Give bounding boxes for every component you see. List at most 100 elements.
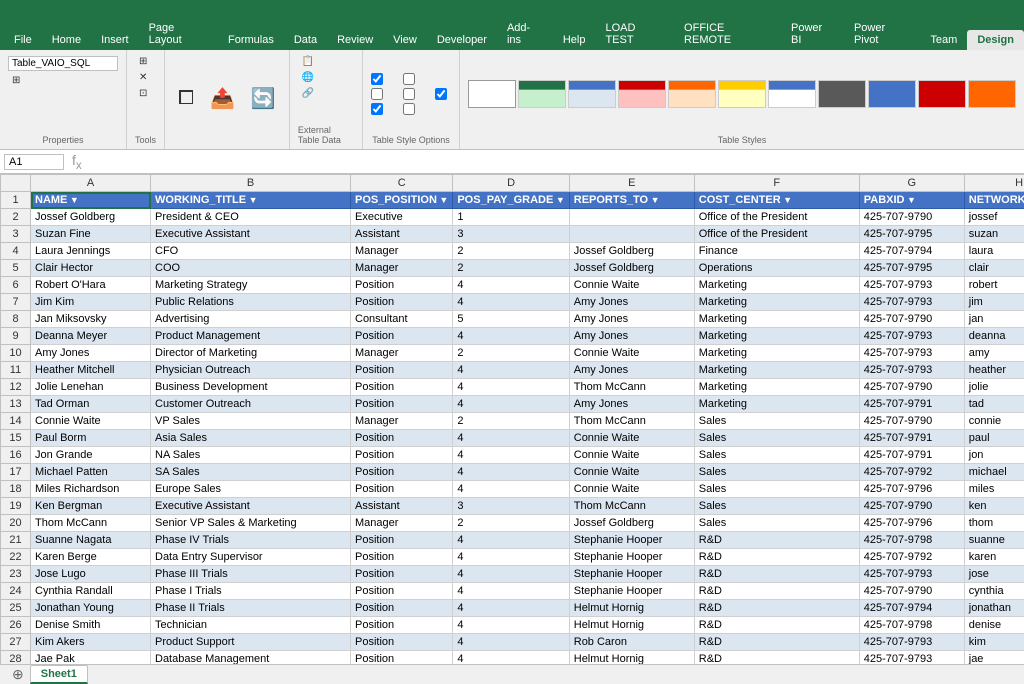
cell-23-2[interactable]: Phase III Trials xyxy=(151,566,351,583)
tab-home[interactable]: Home xyxy=(42,30,91,50)
cell-5-6[interactable]: Operations xyxy=(694,260,859,277)
cell-19-1[interactable]: Ken Bergman xyxy=(31,498,151,515)
cell-22-3[interactable]: Position xyxy=(351,549,453,566)
cell-7-4[interactable]: 4 xyxy=(453,294,569,311)
cell-14-2[interactable]: VP Sales xyxy=(151,413,351,430)
cell-3-3[interactable]: Assistant xyxy=(351,226,453,243)
header-cost-center[interactable]: COST_CENTER xyxy=(694,192,859,209)
remove-duplicates-btn[interactable]: ✕ xyxy=(135,70,151,85)
header-pos-position[interactable]: POS_POSITION xyxy=(351,192,453,209)
cell-13-6[interactable]: Marketing xyxy=(694,396,859,413)
cell-15-1[interactable]: Paul Borm xyxy=(31,430,151,447)
cell-11-3[interactable]: Position xyxy=(351,362,453,379)
table-style-light5[interactable] xyxy=(718,80,766,108)
cell-8-8[interactable]: jan xyxy=(964,311,1024,328)
cell-25-3[interactable]: Position xyxy=(351,600,453,617)
cell-9-2[interactable]: Product Management xyxy=(151,328,351,345)
cell-26-3[interactable]: Position xyxy=(351,617,453,634)
cell-6-2[interactable]: Marketing Strategy xyxy=(151,277,351,294)
cell-14-7[interactable]: 425-707-9790 xyxy=(859,413,964,430)
resize-table-btn[interactable]: ⊞ xyxy=(8,73,24,88)
cell-19-8[interactable]: ken xyxy=(964,498,1024,515)
cell-5-4[interactable]: 2 xyxy=(453,260,569,277)
table-style-light4[interactable] xyxy=(668,80,716,108)
cell-10-4[interactable]: 2 xyxy=(453,345,569,362)
cell-14-4[interactable]: 2 xyxy=(453,413,569,430)
cell-2-7[interactable]: 425-707-9790 xyxy=(859,209,964,226)
cell-4-6[interactable]: Finance xyxy=(694,243,859,260)
cell-10-3[interactable]: Manager xyxy=(351,345,453,362)
cell-26-6[interactable]: R&D xyxy=(694,617,859,634)
table-style-light2[interactable] xyxy=(568,80,616,108)
cell-6-1[interactable]: Robert O'Hara xyxy=(31,277,151,294)
cell-12-3[interactable]: Position xyxy=(351,379,453,396)
cell-9-8[interactable]: deanna xyxy=(964,328,1024,345)
cell-23-5[interactable]: Stephanie Hooper xyxy=(569,566,694,583)
cell-21-6[interactable]: R&D xyxy=(694,532,859,549)
cell-2-3[interactable]: Executive xyxy=(351,209,453,226)
cell-8-5[interactable]: Amy Jones xyxy=(569,311,694,328)
cell-12-1[interactable]: Jolie Lenehan xyxy=(31,379,151,396)
cell-25-4[interactable]: 4 xyxy=(453,600,569,617)
cell-24-6[interactable]: R&D xyxy=(694,583,859,600)
cell-4-1[interactable]: Laura Jennings xyxy=(31,243,151,260)
banded-columns-checkbox[interactable] xyxy=(403,103,419,115)
cell-2-5[interactable] xyxy=(569,209,694,226)
header-working-title[interactable]: WORKING_TITLE xyxy=(151,192,351,209)
cell-3-7[interactable]: 425-707-9795 xyxy=(859,226,964,243)
cell-6-6[interactable]: Marketing xyxy=(694,277,859,294)
table-name-value-row[interactable] xyxy=(8,56,118,71)
cell-24-5[interactable]: Stephanie Hooper xyxy=(569,583,694,600)
cell-15-2[interactable]: Asia Sales xyxy=(151,430,351,447)
cell-18-3[interactable]: Position xyxy=(351,481,453,498)
cell-27-7[interactable]: 425-707-9793 xyxy=(859,634,964,651)
cell-4-7[interactable]: 425-707-9794 xyxy=(859,243,964,260)
cell-21-5[interactable]: Stephanie Hooper xyxy=(569,532,694,549)
cell-23-4[interactable]: 4 xyxy=(453,566,569,583)
tab-formulas[interactable]: Formulas xyxy=(218,30,284,50)
cell-3-2[interactable]: Executive Assistant xyxy=(151,226,351,243)
cell-2-2[interactable]: President & CEO xyxy=(151,209,351,226)
cell-21-7[interactable]: 425-707-9798 xyxy=(859,532,964,549)
cell-27-3[interactable]: Position xyxy=(351,634,453,651)
formula-input[interactable] xyxy=(90,156,1020,168)
cell-25-8[interactable]: jonathan xyxy=(964,600,1024,617)
unlink-btn[interactable]: 🔗 xyxy=(298,86,318,101)
cell-5-8[interactable]: clair xyxy=(964,260,1024,277)
cell-24-2[interactable]: Phase I Trials xyxy=(151,583,351,600)
cell-19-7[interactable]: 425-707-9790 xyxy=(859,498,964,515)
cell-15-3[interactable]: Position xyxy=(351,430,453,447)
cell-20-6[interactable]: Sales xyxy=(694,515,859,532)
col-header-d[interactable]: D xyxy=(453,175,569,192)
table-style-light3[interactable] xyxy=(618,80,666,108)
col-header-c[interactable]: C xyxy=(351,175,453,192)
refresh-btn[interactable]: 🔄 xyxy=(246,83,281,114)
cell-24-4[interactable]: 4 xyxy=(453,583,569,600)
cell-8-3[interactable]: Consultant xyxy=(351,311,453,328)
cell-27-6[interactable]: R&D xyxy=(694,634,859,651)
cell-16-1[interactable]: Jon Grande xyxy=(31,447,151,464)
cell-2-6[interactable]: Office of the President xyxy=(694,209,859,226)
cell-20-2[interactable]: Senior VP Sales & Marketing xyxy=(151,515,351,532)
cell-16-8[interactable]: jon xyxy=(964,447,1024,464)
cell-6-7[interactable]: 425-707-9793 xyxy=(859,277,964,294)
cell-2-1[interactable]: Jossef Goldberg xyxy=(31,209,151,226)
tab-file[interactable]: File xyxy=(4,30,42,50)
cell-20-7[interactable]: 425-707-9796 xyxy=(859,515,964,532)
cell-21-8[interactable]: suanne xyxy=(964,532,1024,549)
properties-btn[interactable]: 📋 xyxy=(298,54,318,69)
cell-5-3[interactable]: Manager xyxy=(351,260,453,277)
cell-20-5[interactable]: Jossef Goldberg xyxy=(569,515,694,532)
tab-review[interactable]: Review xyxy=(327,30,383,50)
cell-15-7[interactable]: 425-707-9791 xyxy=(859,430,964,447)
cell-16-6[interactable]: Sales xyxy=(694,447,859,464)
cell-26-8[interactable]: denise xyxy=(964,617,1024,634)
cell-28-4[interactable]: 4 xyxy=(453,651,569,665)
cell-17-7[interactable]: 425-707-9792 xyxy=(859,464,964,481)
header-name[interactable]: NAME xyxy=(31,192,151,209)
cell-19-3[interactable]: Assistant xyxy=(351,498,453,515)
header-pos-pay-grade[interactable]: POS_PAY_GRADE xyxy=(453,192,569,209)
cell-11-8[interactable]: heather xyxy=(964,362,1024,379)
cell-11-6[interactable]: Marketing xyxy=(694,362,859,379)
table-style-light1[interactable] xyxy=(518,80,566,108)
